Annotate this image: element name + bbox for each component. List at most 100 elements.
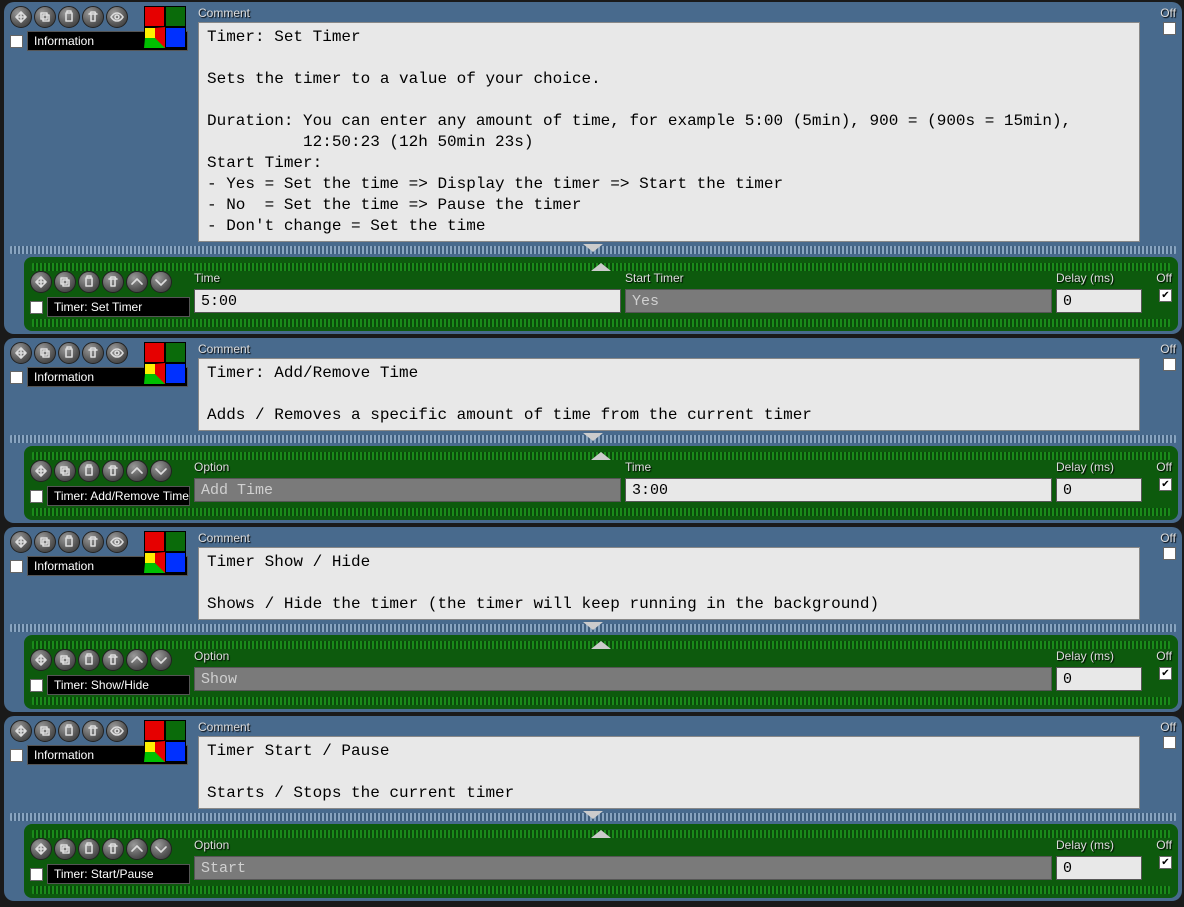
field-start_timer[interactable]	[625, 289, 1052, 313]
move-icon[interactable]	[10, 531, 32, 553]
copy-icon[interactable]	[54, 460, 76, 482]
off-checkbox[interactable]	[1163, 547, 1176, 560]
color-mixed[interactable]	[144, 741, 165, 762]
color-blue[interactable]	[165, 741, 186, 762]
color-mixed[interactable]	[144, 27, 165, 48]
action-enable-checkbox[interactable]	[30, 679, 43, 692]
comment-text[interactable]: Timer Start / Pause Starts / Stops the c…	[198, 736, 1140, 809]
color-red[interactable]	[144, 531, 165, 552]
resize-grip[interactable]	[10, 624, 1176, 632]
move-icon[interactable]	[10, 6, 32, 28]
up-icon[interactable]	[126, 649, 148, 671]
delay-input[interactable]	[1056, 856, 1142, 880]
trash-icon[interactable]	[82, 6, 104, 28]
action-enable-checkbox[interactable]	[30, 868, 43, 881]
down-icon[interactable]	[150, 838, 172, 860]
resize-grip[interactable]	[10, 435, 1176, 443]
eye-icon[interactable]	[106, 720, 128, 742]
copy-icon[interactable]	[34, 6, 56, 28]
up-icon[interactable]	[126, 460, 148, 482]
paste-icon[interactable]	[78, 271, 100, 293]
paste-icon[interactable]	[78, 460, 100, 482]
off-checkbox[interactable]	[1163, 22, 1176, 35]
action-off-checkbox[interactable]	[1159, 856, 1172, 869]
paste-icon[interactable]	[78, 838, 100, 860]
color-red[interactable]	[144, 6, 165, 27]
off-checkbox[interactable]	[1163, 358, 1176, 371]
color-red[interactable]	[144, 720, 165, 741]
paste-icon[interactable]	[58, 531, 80, 553]
color-green[interactable]	[165, 531, 186, 552]
trash-icon[interactable]	[102, 271, 124, 293]
delay-input[interactable]	[1056, 478, 1142, 502]
trash-icon[interactable]	[82, 531, 104, 553]
paste-icon[interactable]	[58, 720, 80, 742]
action-off-checkbox[interactable]	[1159, 289, 1172, 302]
off-checkbox[interactable]	[1163, 736, 1176, 749]
delay-input[interactable]	[1056, 667, 1142, 691]
action-enable-checkbox[interactable]	[30, 301, 43, 314]
trash-icon[interactable]	[82, 720, 104, 742]
eye-icon[interactable]	[106, 342, 128, 364]
action-grip-bottom[interactable]	[32, 697, 1170, 705]
enable-checkbox[interactable]	[10, 371, 23, 384]
action-grip[interactable]	[32, 263, 1170, 271]
down-icon[interactable]	[150, 271, 172, 293]
action-title[interactable]: Timer: Show/Hide	[47, 675, 190, 695]
copy-icon[interactable]	[34, 531, 56, 553]
move-icon[interactable]	[10, 342, 32, 364]
action-grip[interactable]	[32, 641, 1170, 649]
field-option[interactable]	[194, 667, 1052, 691]
copy-icon[interactable]	[54, 271, 76, 293]
up-icon[interactable]	[126, 271, 148, 293]
action-off-checkbox[interactable]	[1159, 478, 1172, 491]
resize-grip[interactable]	[10, 246, 1176, 254]
action-enable-checkbox[interactable]	[30, 490, 43, 503]
copy-icon[interactable]	[34, 720, 56, 742]
move-icon[interactable]	[30, 271, 52, 293]
color-green[interactable]	[165, 720, 186, 741]
move-icon[interactable]	[30, 460, 52, 482]
paste-icon[interactable]	[58, 6, 80, 28]
up-icon[interactable]	[126, 838, 148, 860]
paste-icon[interactable]	[78, 649, 100, 671]
color-mixed[interactable]	[144, 552, 165, 573]
trash-icon[interactable]	[82, 342, 104, 364]
eye-icon[interactable]	[106, 531, 128, 553]
comment-text[interactable]: Timer Show / Hide Shows / Hide the timer…	[198, 547, 1140, 620]
down-icon[interactable]	[150, 460, 172, 482]
copy-icon[interactable]	[54, 838, 76, 860]
trash-icon[interactable]	[102, 460, 124, 482]
color-mixed[interactable]	[144, 363, 165, 384]
trash-icon[interactable]	[102, 649, 124, 671]
down-icon[interactable]	[150, 649, 172, 671]
action-grip[interactable]	[32, 452, 1170, 460]
color-red[interactable]	[144, 342, 165, 363]
enable-checkbox[interactable]	[10, 560, 23, 573]
field-option[interactable]	[194, 856, 1052, 880]
field-time[interactable]	[625, 478, 1052, 502]
copy-icon[interactable]	[34, 342, 56, 364]
field-option[interactable]	[194, 478, 621, 502]
color-green[interactable]	[165, 342, 186, 363]
enable-checkbox[interactable]	[10, 749, 23, 762]
trash-icon[interactable]	[102, 838, 124, 860]
move-icon[interactable]	[10, 720, 32, 742]
eye-icon[interactable]	[106, 6, 128, 28]
action-grip[interactable]	[32, 830, 1170, 838]
resize-grip[interactable]	[10, 813, 1176, 821]
action-grip-bottom[interactable]	[32, 886, 1170, 894]
delay-input[interactable]	[1056, 289, 1142, 313]
enable-checkbox[interactable]	[10, 35, 23, 48]
action-off-checkbox[interactable]	[1159, 667, 1172, 680]
color-blue[interactable]	[165, 27, 186, 48]
color-green[interactable]	[165, 6, 186, 27]
field-time[interactable]	[194, 289, 621, 313]
color-blue[interactable]	[165, 363, 186, 384]
copy-icon[interactable]	[54, 649, 76, 671]
comment-text[interactable]: Timer: Add/Remove Time Adds / Removes a …	[198, 358, 1140, 431]
action-title[interactable]: Timer: Start/Pause	[47, 864, 190, 884]
comment-text[interactable]: Timer: Set Timer Sets the timer to a val…	[198, 22, 1140, 242]
move-icon[interactable]	[30, 838, 52, 860]
action-grip-bottom[interactable]	[32, 319, 1170, 327]
